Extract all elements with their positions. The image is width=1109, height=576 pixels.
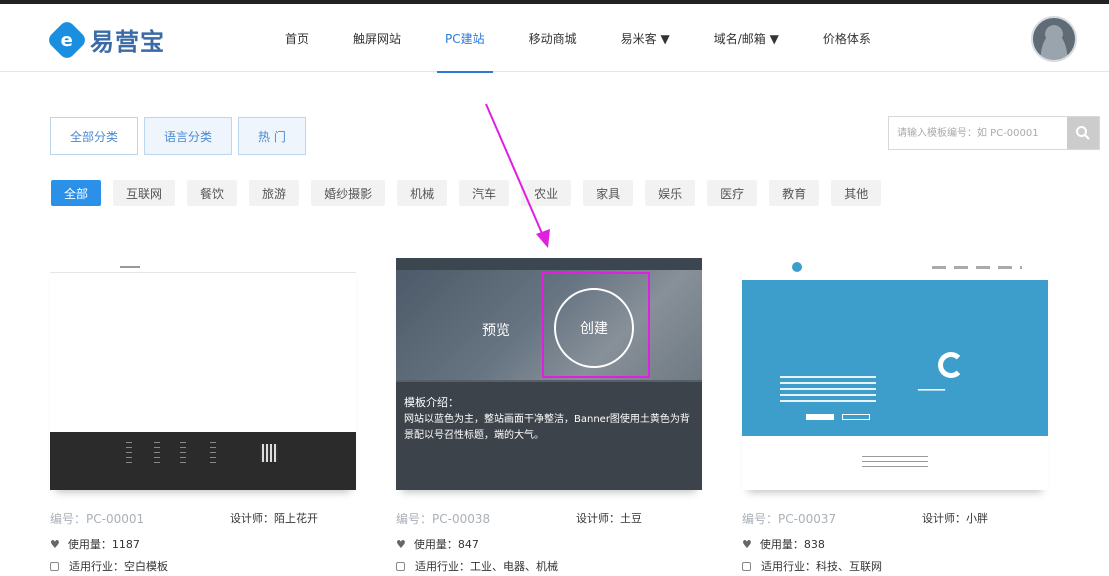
thumb-text-lines bbox=[780, 376, 876, 402]
template-code: 编号：PC-00038 bbox=[396, 512, 491, 526]
logo-mark-icon: e bbox=[45, 18, 89, 61]
industry-entertainment[interactable]: 娱乐 bbox=[645, 180, 696, 206]
annotation-highlight-box bbox=[542, 272, 650, 378]
thumb-button bbox=[806, 414, 834, 420]
template-designer: 设计师：小胖 bbox=[922, 512, 988, 525]
thumb-nav bbox=[932, 266, 1022, 269]
template-card[interactable]: 编号：PC-00001 设计师：陌上花开 ♥ 使用量：1187 适用行业：空白模板 bbox=[50, 258, 356, 573]
industry-auto[interactable]: 汽车 bbox=[459, 180, 510, 206]
template-usage: ♥ 使用量：1187 bbox=[50, 537, 140, 552]
template-card[interactable]: 预览 创建 模板介绍： 网站以蓝色为主，整站画面干净整洁，Banner图使用土黄… bbox=[396, 258, 702, 573]
template-usage: ♥ 使用量：847 bbox=[396, 537, 479, 552]
nav-item-pc-site[interactable]: PC建站 bbox=[437, 4, 493, 73]
industry-food[interactable]: 餐饮 bbox=[187, 180, 238, 206]
template-thumbnail[interactable] bbox=[50, 258, 356, 490]
tab-all-categories[interactable]: 全部分类 bbox=[50, 117, 139, 155]
template-thumbnail[interactable]: ━━━━━ bbox=[742, 258, 1048, 490]
tag-icon bbox=[396, 561, 405, 571]
industry-other[interactable]: 其他 bbox=[831, 180, 882, 206]
user-avatar[interactable] bbox=[1031, 16, 1077, 62]
template-usage: ♥ 使用量：838 bbox=[742, 537, 825, 552]
template-code: 编号：PC-00001 bbox=[50, 512, 145, 526]
industry-all[interactable]: 全部 bbox=[51, 180, 102, 206]
preview-button[interactable]: 预览 bbox=[482, 320, 510, 340]
thumb-footer-column bbox=[126, 442, 132, 464]
swirl-logo-icon bbox=[938, 352, 964, 378]
industry-filter: 全部 互联网 餐饮 旅游 婚纱摄影 机械 汽车 农业 家具 娱乐 医疗 教育 其… bbox=[51, 180, 893, 206]
template-thumbnail[interactable]: 预览 创建 模板介绍： 网站以蓝色为主，整站画面干净整洁，Banner图使用土黄… bbox=[396, 258, 702, 490]
industry-furniture[interactable]: 家具 bbox=[583, 180, 634, 206]
tab-language[interactable]: 语言分类 bbox=[144, 117, 233, 155]
template-designer: 设计师：陌上花开 bbox=[230, 512, 318, 525]
nav-item-mobile-mall[interactable]: 移动商城 bbox=[529, 4, 577, 72]
thumb-nav-line bbox=[120, 266, 140, 268]
nav-item-mobile-site[interactable]: 触屏网站 bbox=[353, 4, 401, 72]
main-nav: 首页 触屏网站 PC建站 移动商城 易米客 ▼ 域名/邮箱 ▼ 价格体系 bbox=[285, 4, 915, 73]
tag-icon bbox=[50, 561, 59, 571]
thumb-footer bbox=[862, 456, 928, 470]
tag-icon bbox=[742, 561, 751, 571]
thumb-footer bbox=[50, 432, 356, 490]
heart-icon: ♥ bbox=[742, 537, 752, 551]
industry-travel[interactable]: 旅游 bbox=[249, 180, 300, 206]
logo[interactable]: e 易营宝 bbox=[45, 18, 165, 61]
industry-internet[interactable]: 互联网 bbox=[113, 180, 176, 206]
category-tabs: 全部分类 语言分类 热 门 bbox=[50, 117, 312, 155]
template-industry: 适用行业：工业、电器、机械 bbox=[396, 558, 558, 574]
template-industry: 适用行业：科技、互联网 bbox=[742, 558, 882, 574]
tab-hot[interactable]: 热 门 bbox=[238, 117, 306, 155]
thumb-brand-text: ━━━━━ bbox=[918, 386, 946, 396]
thumb-divider bbox=[50, 272, 356, 273]
nav-item-domain-mail[interactable]: 域名/邮箱 ▼ bbox=[714, 4, 779, 72]
template-search bbox=[888, 116, 1100, 150]
logo-text: 易营宝 bbox=[90, 27, 165, 56]
description-text: 网站以蓝色为主，整站画面干净整洁，Banner图使用土黄色为背景配以号召性标题，… bbox=[404, 414, 690, 441]
template-industry: 适用行业：空白模板 bbox=[50, 558, 168, 574]
template-card[interactable]: ━━━━━ 编号：PC-00037 设计师：小胖 ♥ 使用量：838 适用行业：科… bbox=[742, 258, 1048, 573]
nav-item-yimike[interactable]: 易米客 ▼ bbox=[621, 4, 670, 72]
industry-machinery[interactable]: 机械 bbox=[397, 180, 448, 206]
site-header: e 易营宝 首页 触屏网站 PC建站 移动商城 易米客 ▼ 域名/邮箱 ▼ 价格… bbox=[0, 4, 1109, 73]
thumb-footer-column bbox=[210, 442, 216, 464]
search-icon bbox=[1076, 126, 1090, 140]
thumb-button bbox=[842, 414, 870, 420]
industry-education[interactable]: 教育 bbox=[769, 180, 820, 206]
thumb-footer-column bbox=[154, 442, 160, 464]
description-title: 模板介绍： bbox=[404, 396, 459, 409]
thumb-hero: ━━━━━ bbox=[742, 280, 1048, 436]
thumb-logo-icon bbox=[792, 262, 802, 272]
template-code: 编号：PC-00037 bbox=[742, 512, 837, 526]
nav-item-home[interactable]: 首页 bbox=[285, 4, 309, 72]
search-button[interactable] bbox=[1067, 117, 1099, 149]
industry-medical[interactable]: 医疗 bbox=[707, 180, 758, 206]
thumb-footer-column bbox=[180, 442, 186, 464]
heart-icon: ♥ bbox=[50, 537, 60, 551]
template-designer: 设计师：土豆 bbox=[576, 512, 642, 525]
heart-icon: ♥ bbox=[396, 537, 406, 551]
nav-item-pricing[interactable]: 价格体系 bbox=[823, 4, 871, 72]
industry-wedding[interactable]: 婚纱摄影 bbox=[311, 180, 386, 206]
template-description: 模板介绍： 网站以蓝色为主，整站画面干净整洁，Banner图使用土黄色为背景配以… bbox=[396, 382, 702, 490]
search-input[interactable] bbox=[889, 117, 1067, 149]
industry-agriculture[interactable]: 农业 bbox=[521, 180, 572, 206]
qr-code-icon bbox=[260, 444, 278, 462]
